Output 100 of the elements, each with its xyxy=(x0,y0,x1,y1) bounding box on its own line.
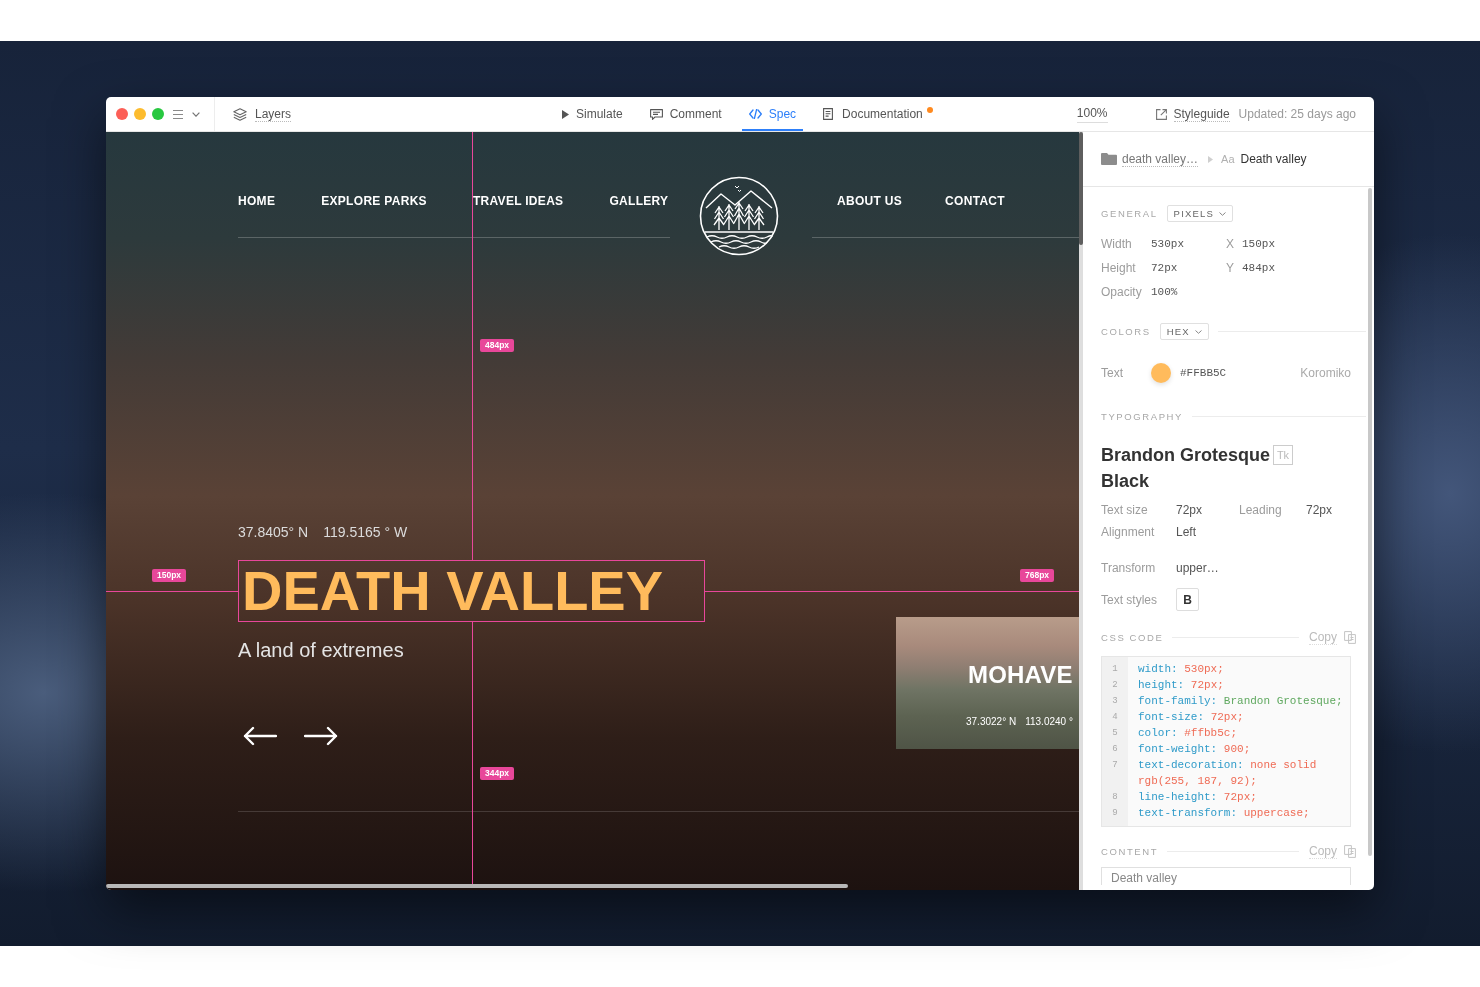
mode-tab[interactable]: Spec xyxy=(741,97,804,131)
document-icon xyxy=(823,108,834,120)
code-icon xyxy=(748,109,762,119)
color-name: Koromiko xyxy=(1300,366,1351,380)
nav-link[interactable]: CONTACT xyxy=(945,194,1005,208)
field-value: 150px xyxy=(1242,237,1276,251)
card-title: MOHAVE xyxy=(968,661,1074,689)
coordinate-text: 119.5165 ° W xyxy=(323,525,408,539)
field-value: 100% xyxy=(1151,285,1179,299)
line-number: 1 xyxy=(1111,663,1119,676)
color-hex-value: #FFBB5C xyxy=(1180,367,1227,379)
bold-toggle[interactable]: B xyxy=(1176,588,1199,611)
hero-title[interactable]: DEATH VALLEY xyxy=(238,560,705,622)
section-heading: CSS CODE xyxy=(1101,632,1164,643)
park-card[interactable]: MOHAVE 37.3022° N 113.0240 ° xyxy=(896,617,1079,749)
hero-subtitle: A land of extremes xyxy=(238,640,404,660)
nav-link[interactable]: ABOUT US xyxy=(837,194,903,208)
unit-dropdown[interactable]: PIXELS xyxy=(1166,205,1234,222)
line-number: 3 xyxy=(1111,695,1119,708)
field-value: 484px xyxy=(1242,261,1276,275)
chevron-down-icon[interactable] xyxy=(192,111,200,117)
section-heading: TYPOGRAPHY xyxy=(1101,411,1183,422)
section-heading: GENERAL xyxy=(1101,208,1158,219)
styleguide-link[interactable]: Styleguide xyxy=(1155,106,1230,122)
copy-icon[interactable] xyxy=(1344,845,1356,858)
property-value: Left xyxy=(1176,525,1197,539)
panel-scrollbar[interactable] xyxy=(1368,188,1372,856)
code-line: line-height: 72px; xyxy=(1137,790,1258,805)
vertical-scrollbar[interactable] xyxy=(1079,132,1083,890)
arrow-right-icon[interactable] xyxy=(304,726,338,746)
field-label: Width xyxy=(1101,237,1133,251)
font-source-badge: Tk xyxy=(1273,445,1293,465)
property-value: upper… xyxy=(1176,561,1220,575)
code-line: font-weight: 900; xyxy=(1137,742,1252,757)
field-label: Height xyxy=(1101,261,1137,275)
nav-link[interactable]: EXPLORE PARKS xyxy=(321,194,427,208)
breadcrumb-link[interactable]: death valley… xyxy=(1122,151,1199,167)
line-number: 4 xyxy=(1111,711,1119,724)
code-line: text-decoration: none solid rgb(255, 187, 92); xyxy=(1137,758,1318,789)
play-icon xyxy=(562,109,569,119)
nav-link[interactable]: TRAVEL IDEAS xyxy=(472,194,564,208)
updated-text: Updated: 25 days ago xyxy=(1238,107,1356,121)
content-field[interactable]: Death valley xyxy=(1101,867,1351,885)
code-line: font-family: Brandon Grotesque; xyxy=(1137,694,1344,709)
menu-icon[interactable] xyxy=(173,109,183,119)
mode-tab[interactable]: Simulate xyxy=(555,97,630,131)
section-heading: CONTENT xyxy=(1101,846,1159,857)
property-label: Text size xyxy=(1101,503,1149,517)
line-number: 8 xyxy=(1111,791,1119,804)
property-label: Transform xyxy=(1101,561,1157,575)
folder-icon xyxy=(1101,153,1117,165)
field-label: Y xyxy=(1226,261,1235,275)
scrollbar-thumb[interactable] xyxy=(1079,132,1083,245)
layers-button[interactable]: Layers xyxy=(233,106,292,122)
line-number: 2 xyxy=(1111,679,1119,692)
layers-icon xyxy=(233,107,247,121)
measure-label: 150px xyxy=(152,569,187,582)
field-label: Opacity xyxy=(1101,285,1143,299)
line-number: 7 xyxy=(1111,759,1119,772)
color-label: Text xyxy=(1101,366,1124,380)
field-label: X xyxy=(1226,237,1235,251)
mode-tab[interactable]: Documentation xyxy=(816,97,940,131)
text-layer-label: Aa xyxy=(1221,153,1235,165)
code-line: text-transform: uppercase; xyxy=(1137,806,1311,821)
field-value: 72px xyxy=(1151,261,1179,275)
format-dropdown[interactable]: HEX xyxy=(1159,323,1209,340)
breadcrumb-current: Death valley xyxy=(1240,152,1307,166)
property-value: 72px xyxy=(1306,503,1334,517)
external-link-icon xyxy=(1155,108,1167,120)
code-line: width: 530px; xyxy=(1137,662,1225,677)
measure-label: 344px xyxy=(480,767,515,780)
close-button[interactable] xyxy=(116,108,128,120)
nav-link[interactable]: GALLERY xyxy=(609,194,669,208)
copy-icon[interactable] xyxy=(1344,631,1356,644)
property-value: 72px xyxy=(1176,503,1204,517)
chevron-down-icon xyxy=(1194,329,1202,334)
chevron-down-icon xyxy=(1219,211,1227,216)
horizontal-scrollbar[interactable] xyxy=(106,884,848,888)
property-label: Leading xyxy=(1239,503,1283,517)
measure-label: 484px xyxy=(480,339,515,352)
coordinate-text: 37.3022° N xyxy=(966,716,1017,728)
minimize-button[interactable] xyxy=(134,108,146,120)
logo-icon[interactable] xyxy=(699,176,779,256)
section-heading: COLORS xyxy=(1101,326,1151,337)
code-line: height: 72px; xyxy=(1137,678,1225,693)
caret-right-icon xyxy=(1208,155,1214,163)
field-value: 530px xyxy=(1151,237,1185,251)
code-line: font-size: 72px; xyxy=(1137,710,1245,725)
font-name: Brandon Grotesque Black xyxy=(1101,444,1271,493)
line-number: 5 xyxy=(1111,727,1119,740)
property-label: Alignment xyxy=(1101,525,1156,539)
maximize-button[interactable] xyxy=(152,108,164,120)
coordinate-text: 37.8405° N xyxy=(238,525,309,539)
line-number: 9 xyxy=(1111,807,1119,820)
mode-tab[interactable]: Comment xyxy=(642,97,729,131)
zoom-level-field[interactable]: 100% xyxy=(1076,105,1108,123)
arrow-left-icon[interactable] xyxy=(243,726,277,746)
nav-link[interactable]: HOME xyxy=(238,194,276,208)
coordinate-text: 113.0240 ° xyxy=(1025,716,1073,728)
measure-label: 768px xyxy=(1020,569,1055,582)
